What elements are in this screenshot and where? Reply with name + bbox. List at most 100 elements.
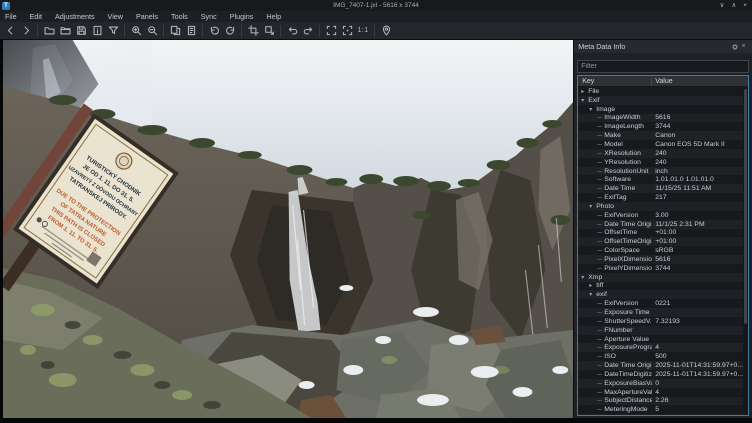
table-row[interactable]: ▾exif [578,290,743,299]
copy-button[interactable] [168,24,182,38]
chevron-right-icon[interactable]: ▸ [581,88,588,95]
resize-button[interactable] [262,24,276,38]
table-row[interactable]: ExifVersion0221 [578,299,743,308]
panel-settings-button[interactable] [730,42,739,51]
meta-key: ExifVersion [604,212,638,219]
table-row[interactable]: ▸tiff [578,282,743,291]
table-row[interactable]: ▾Photo [578,202,743,211]
chevron-down-icon[interactable]: ▾ [581,97,588,104]
image-canvas[interactable]: TURISTICKÝ CHODNÍK JE OD 1. 11. DO 31. 5… [0,40,573,418]
table-row[interactable]: ShutterSpeedV...7.32193 [578,317,743,326]
duplicate-button[interactable] [184,24,198,38]
table-row[interactable]: Aperture Value [578,335,743,344]
table-row[interactable]: ColorSpacesRGB [578,246,743,255]
meta-key: ExifTag [604,194,626,201]
chevron-down-icon[interactable]: ▾ [581,274,588,281]
table-row[interactable]: Date Time Origi...2025-11-01T14:31:59.97… [578,361,743,370]
table-row[interactable]: MaxApertureVal...4 [578,388,743,397]
table-row[interactable]: ImageWidth5616 [578,114,743,123]
meta-key: ShutterSpeedV... [604,318,652,325]
crop-button[interactable] [246,24,260,38]
table-row[interactable]: XResolution240 [578,149,743,158]
next-image-button[interactable] [19,24,33,38]
table-row[interactable]: Exposure Time [578,308,743,317]
table-row[interactable]: PixelYDimension3744 [578,264,743,273]
scrollbar-thumb[interactable] [744,89,747,324]
chevron-down-icon[interactable]: ▾ [589,291,596,298]
table-row[interactable]: ▾Exif [578,96,743,105]
table-row[interactable]: FNumber [578,326,743,335]
maximize-button[interactable]: ∧ [731,0,736,11]
geolocation-button[interactable] [379,24,393,38]
rotate-cw-icon [225,25,236,36]
table-row[interactable]: ExposureBiasVa...0 [578,379,743,388]
scrollbar[interactable] [743,88,748,415]
table-row[interactable]: ResolutionUnitinch [578,167,743,176]
fit-to-window-button[interactable] [340,24,354,38]
key-column-header[interactable]: Key [578,76,652,86]
chevron-right-icon[interactable]: ▸ [589,282,596,289]
chevron-down-icon[interactable]: ▾ [589,106,596,113]
previous-image-button[interactable] [3,24,17,38]
table-row[interactable]: ExifVersion3.00 [578,211,743,220]
menu-item-view[interactable]: View [108,12,123,21]
menu-item-plugins[interactable]: Plugins [230,12,254,21]
table-row[interactable]: MakeCanon [578,131,743,140]
menu-item-file[interactable]: File [5,12,17,21]
meta-key: ExposureBiasVa... [604,380,652,387]
filter-button[interactable] [106,24,120,38]
menu-item-adjustments[interactable]: Adjustments [55,12,95,21]
table-row[interactable]: SubjectDistance2.26 [578,397,743,406]
zoom-in-icon [131,25,142,36]
table-row[interactable]: ModelCanon EOS 5D Mark II [578,140,743,149]
fullscreen-button[interactable] [324,24,338,38]
table-row[interactable]: PixelXDimension5616 [578,255,743,264]
table-row[interactable]: Date Time Origi...11/1/25 2:31 PM [578,220,743,229]
file-info-button[interactable] [90,24,104,38]
meta-key: tiff [596,282,603,289]
menu-item-panels[interactable]: Panels [136,12,158,21]
zoom-in-button[interactable] [129,24,143,38]
table-row[interactable]: FlashNo Flash [578,414,743,415]
table-row[interactable]: ExifTag217 [578,193,743,202]
table-row[interactable]: MeteringMode5 [578,405,743,414]
redo-button[interactable] [301,24,315,38]
table-row[interactable]: OffsetTime+01:00 [578,229,743,238]
close-button[interactable]: × [743,0,747,11]
chevron-down-icon[interactable]: ▾ [589,203,596,210]
meta-key: FNumber [604,327,632,334]
table-row[interactable]: OffsetTimeOrigi...+01:00 [578,237,743,246]
meta-key: Exposure Time [604,309,649,316]
menu-item-help[interactable]: Help [266,12,281,21]
table-row[interactable]: Software1.01.01.0 1.01.01.0 [578,175,743,184]
table-row[interactable]: ExposureProgram4 [578,343,743,352]
table-row[interactable]: DateTimeDigitiz...2025-11-01T14:31:59.97… [578,370,743,379]
meta-key: MaxApertureVal... [604,389,652,396]
panel-title-bar[interactable]: Meta Data Info × [574,40,752,53]
actual-size-button[interactable]: 1:1 [356,24,370,38]
rotate-right-button[interactable] [223,24,237,38]
meta-key: MeteringMode [604,406,647,413]
table-row[interactable]: Date Time11/15/25 11:51 AM [578,184,743,193]
filter-input[interactable] [577,60,749,73]
undo-button[interactable] [285,24,299,38]
rotate-left-button[interactable] [207,24,221,38]
menu-item-edit[interactable]: Edit [30,12,42,21]
save-button[interactable] [74,24,88,38]
menu-item-tools[interactable]: Tools [171,12,188,21]
table-row[interactable]: ImageLength3744 [578,122,743,131]
value-column-header[interactable]: Value [652,76,748,86]
minimize-button[interactable]: ∨ [720,0,725,11]
table-row[interactable]: ▸File [578,87,743,96]
meta-key: Xmp [588,274,602,281]
table-row[interactable]: ▾Image [578,105,743,114]
table-row[interactable]: ISO500 [578,352,743,361]
panel-close-button[interactable]: × [739,42,748,51]
open-folder-button[interactable] [58,24,72,38]
zoom-out-button[interactable] [145,24,159,38]
menu-item-sync[interactable]: Sync [201,12,217,21]
open-file-button[interactable] [42,24,56,38]
table-row[interactable]: YResolution240 [578,158,743,167]
table-row[interactable]: ▾Xmp [578,273,743,282]
table-body: ▸File▾Exif▾ImageImageWidth5616ImageLengt… [578,87,748,415]
